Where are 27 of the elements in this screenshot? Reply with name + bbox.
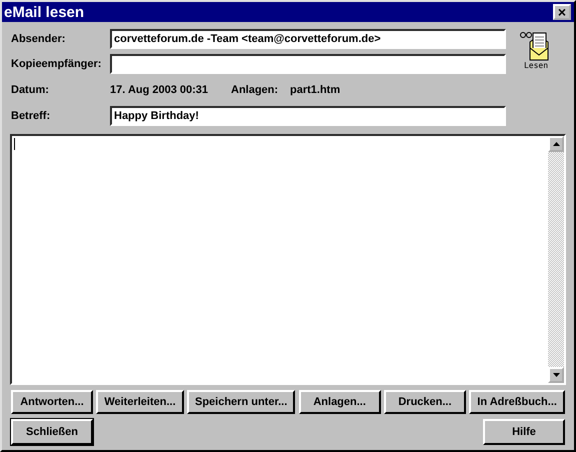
dialog-button[interactable]: Schließen bbox=[11, 419, 93, 445]
attachments-label: Anlagen: bbox=[231, 84, 280, 96]
action-button[interactable]: In Adreßbuch... bbox=[469, 390, 565, 414]
window-title: eMail lesen bbox=[4, 4, 84, 20]
action-button[interactable]: Drucken... bbox=[384, 390, 466, 414]
attachment-value: part1.htm bbox=[290, 84, 340, 96]
field-label: Kopieempfänger: bbox=[11, 58, 102, 70]
text-cursor bbox=[14, 138, 15, 150]
scroll-up-button[interactable] bbox=[548, 136, 564, 152]
input-field[interactable] bbox=[110, 54, 506, 74]
up-arrow-icon bbox=[552, 142, 560, 146]
icon-caption: Lesen bbox=[524, 61, 548, 70]
date-value: 17. Aug 2003 00:31 bbox=[110, 84, 210, 96]
subject-label: Betreff: bbox=[11, 110, 52, 122]
down-arrow-icon bbox=[552, 373, 560, 377]
input-field[interactable]: corvetteforum.de -Team <team@corvetteforum.de> bbox=[110, 29, 506, 49]
scroll-down-button[interactable] bbox=[548, 367, 564, 383]
scroll-bar[interactable] bbox=[548, 136, 564, 383]
action-button[interactable]: Anlagen... bbox=[298, 390, 381, 414]
subject-field[interactable]: Happy Birthday! bbox=[110, 106, 506, 126]
action-button[interactable]: Speichern unter... bbox=[186, 390, 296, 414]
field-label: Absender: bbox=[11, 33, 66, 45]
close-button[interactable]: × bbox=[553, 4, 571, 20]
dialog-button[interactable]: Hilfe bbox=[483, 419, 565, 445]
date-label: Datum: bbox=[11, 84, 50, 96]
action-button[interactable]: Antworten... bbox=[11, 390, 93, 414]
action-button[interactable]: Weiterleiten... bbox=[96, 390, 184, 414]
